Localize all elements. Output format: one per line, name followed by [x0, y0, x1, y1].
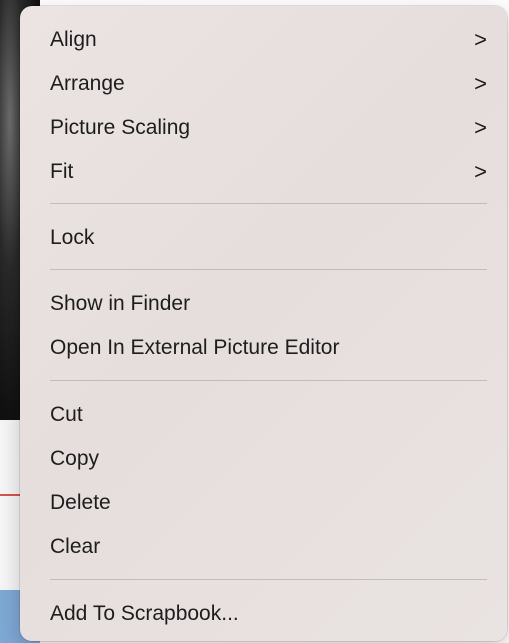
menu-item-label: Lock	[50, 226, 95, 249]
menu-item-add-to-scrapbook[interactable]: Add To Scrapbook...	[20, 593, 507, 635]
menu-item-label: Open In External Picture Editor	[50, 336, 340, 359]
menu-item-label: Show in Finder	[50, 292, 191, 315]
menu-item-copy[interactable]: Copy	[20, 438, 507, 480]
menu-item-align[interactable]: Align >	[20, 19, 507, 61]
menu-item-label: Clear	[50, 535, 101, 558]
menu-item-label: Align	[50, 28, 97, 51]
menu-item-label: Arrange	[50, 72, 125, 95]
menu-separator	[50, 203, 487, 204]
menu-item-lock[interactable]: Lock	[20, 217, 507, 259]
menu-item-label: Fit	[50, 160, 74, 183]
menu-item-label: Copy	[50, 447, 100, 470]
menu-item-label: Cut	[50, 403, 83, 426]
menu-separator	[50, 380, 487, 381]
menu-item-open-in-external-editor[interactable]: Open In External Picture Editor	[20, 327, 507, 369]
chevron-right-icon: >	[474, 159, 487, 184]
context-menu: Align > Arrange > Picture Scaling > Fit …	[20, 6, 507, 641]
menu-item-clear[interactable]: Clear	[20, 526, 507, 568]
menu-item-cut[interactable]: Cut	[20, 394, 507, 436]
menu-item-label: Delete	[50, 491, 111, 514]
menu-item-label: Add To Scrapbook...	[50, 602, 239, 625]
menu-item-fit[interactable]: Fit >	[20, 151, 507, 193]
chevron-right-icon: >	[474, 71, 487, 96]
chevron-right-icon: >	[474, 115, 487, 140]
menu-separator	[50, 269, 487, 270]
chevron-right-icon: >	[474, 27, 487, 52]
menu-item-show-in-finder[interactable]: Show in Finder	[20, 283, 507, 325]
menu-item-delete[interactable]: Delete	[20, 482, 507, 524]
menu-item-arrange[interactable]: Arrange >	[20, 63, 507, 105]
menu-separator	[50, 579, 487, 580]
menu-item-picture-scaling[interactable]: Picture Scaling >	[20, 107, 507, 149]
menu-item-label: Picture Scaling	[50, 116, 191, 139]
